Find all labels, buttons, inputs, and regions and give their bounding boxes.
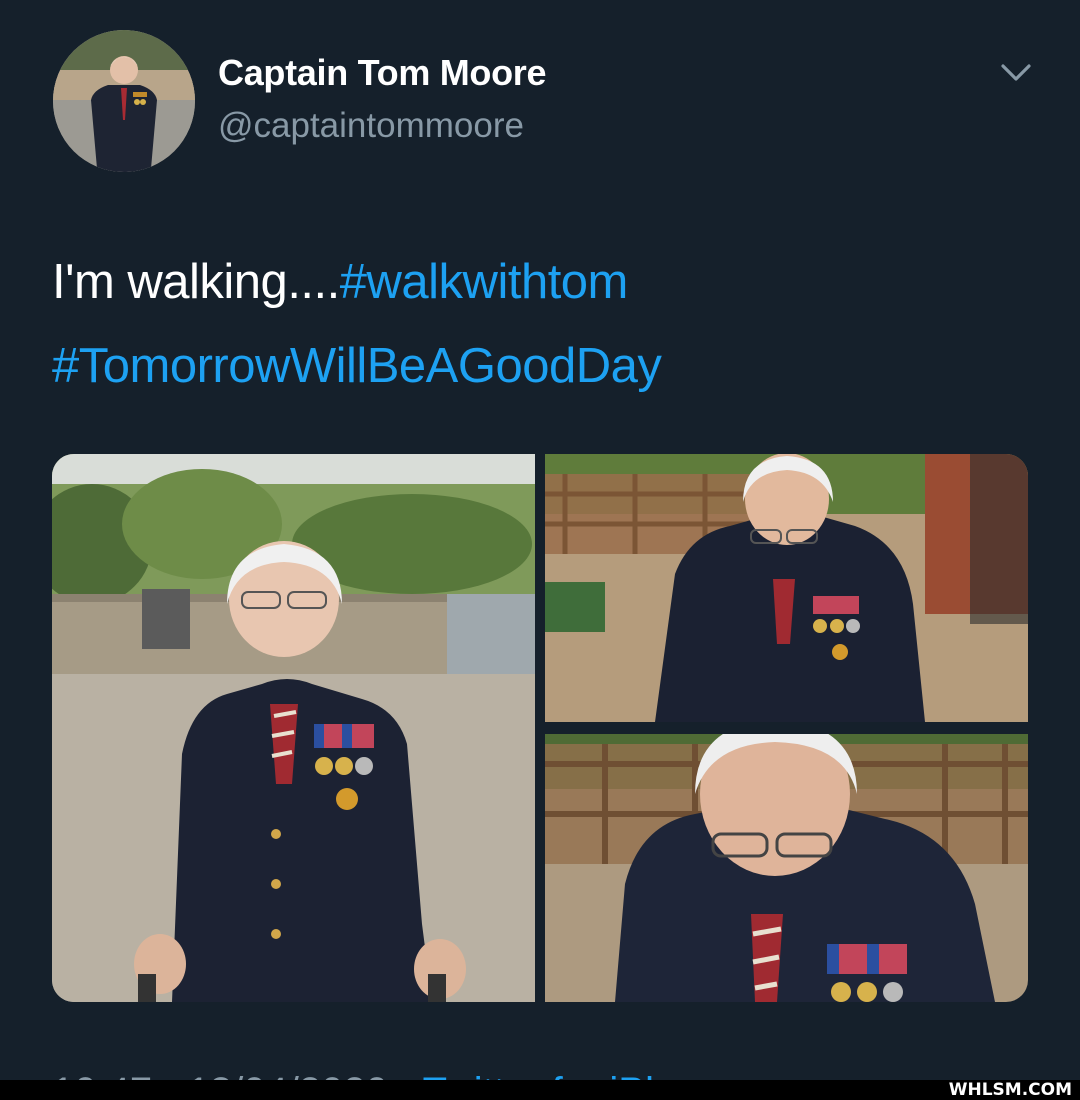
watermark: WHLSM.COM xyxy=(948,1080,1072,1100)
media-grid xyxy=(52,454,1028,1002)
profile-avatar[interactable] xyxy=(53,30,195,172)
tweet-card: Captain Tom Moore @captaintommoore I'm w… xyxy=(0,0,1080,1100)
chevron-down-icon[interactable] xyxy=(996,58,1036,90)
photo-3[interactable] xyxy=(545,734,1028,1002)
tweet-text: I'm walking....#walkwithtom #TomorrowWil… xyxy=(52,240,1032,408)
photo-1[interactable] xyxy=(52,454,535,1002)
hashtag-tomorrowwillbeagoodday[interactable]: #TomorrowWillBeAGoodDay xyxy=(52,339,662,393)
tweet-text-body: I'm walking.... xyxy=(52,255,340,309)
watermark-bar: WHLSM.COM xyxy=(0,1080,1080,1100)
photo-2[interactable] xyxy=(545,454,1028,722)
display-name[interactable]: Captain Tom Moore xyxy=(218,52,547,94)
hashtag-walkwithtom[interactable]: #walkwithtom xyxy=(340,255,629,309)
user-handle[interactable]: @captaintommoore xyxy=(218,106,524,146)
